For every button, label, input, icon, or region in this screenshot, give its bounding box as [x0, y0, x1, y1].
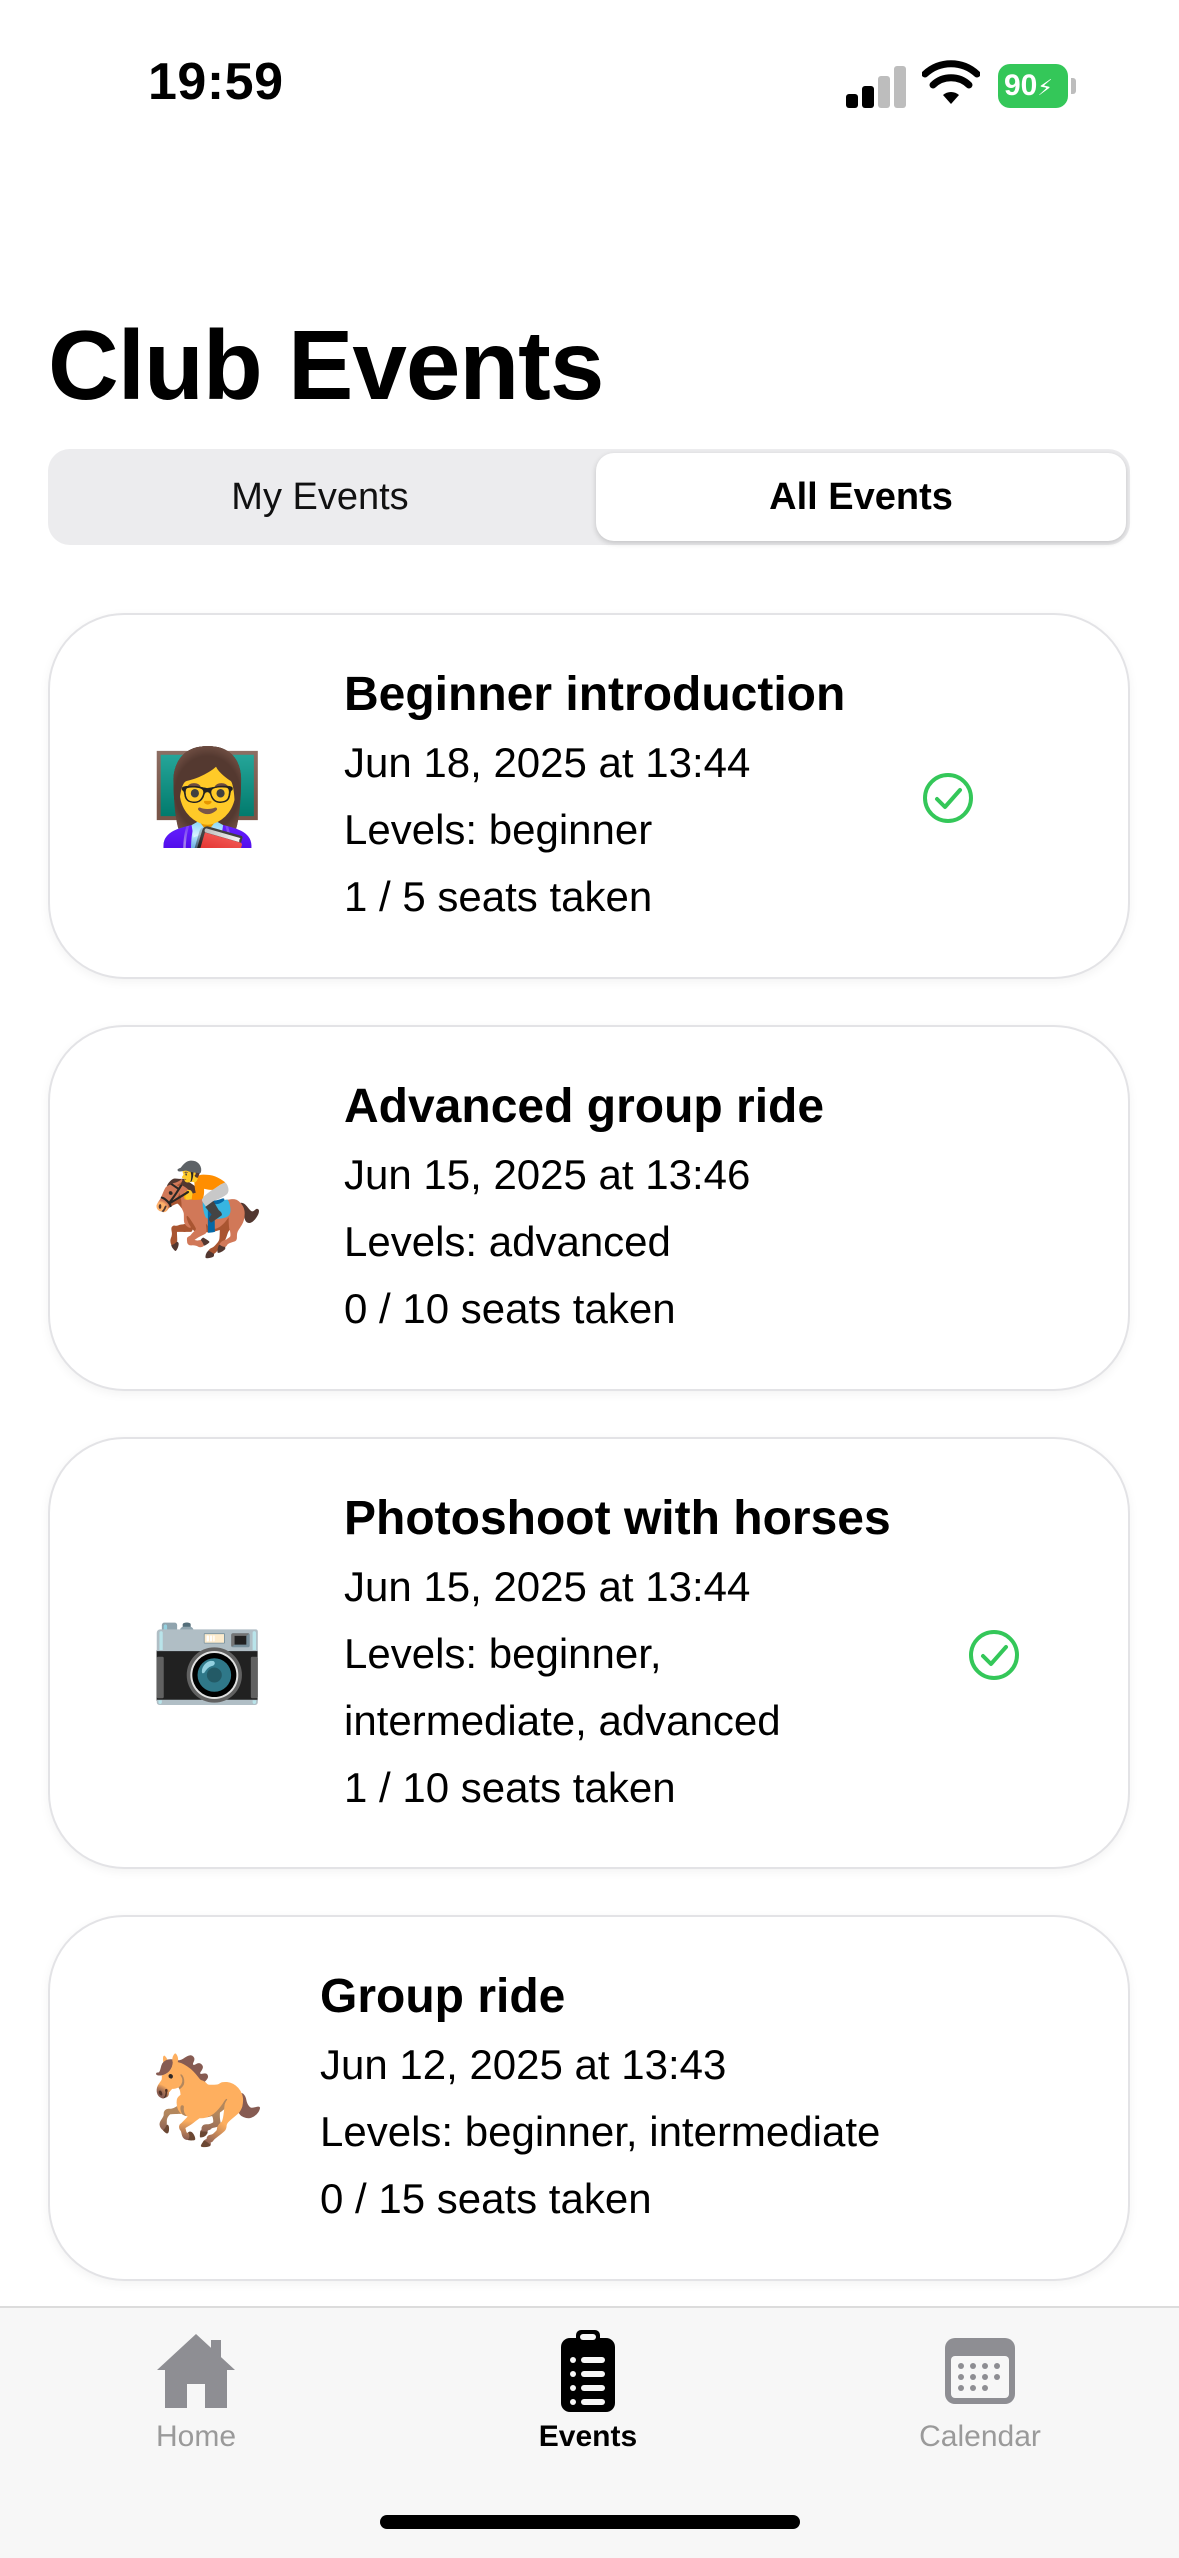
tab-label: Events: [538, 2420, 638, 2453]
tab-events[interactable]: Events: [488, 2328, 688, 2454]
event-title: Group ride: [320, 1970, 566, 2023]
event-card[interactable]: 🏇 Advanced group ride Jun 15, 2025 at 13…: [48, 1025, 1130, 1391]
event-levels: Levels: advanced: [344, 1218, 671, 1265]
home-indicator[interactable]: [380, 2515, 800, 2529]
tab-home[interactable]: Home: [96, 2328, 296, 2454]
segment-all-events[interactable]: All Events: [596, 453, 1126, 541]
tab-label: Home: [155, 2420, 237, 2453]
event-seats: 1 / 10 seats taken: [344, 1764, 676, 1811]
event-levels: Levels: beginner,: [344, 1630, 662, 1677]
event-card[interactable]: 👩‍🏫 Beginner introduction Jun 18, 2025 a…: [48, 613, 1130, 979]
cellular-signal-icon: [846, 66, 906, 108]
tab-calendar[interactable]: Calendar: [880, 2328, 1080, 2454]
segment-my-events[interactable]: My Events: [52, 453, 588, 541]
event-date: Jun 15, 2025 at 13:44: [344, 1563, 751, 1610]
registered-checkmark-icon: [923, 773, 973, 823]
event-levels-continued: intermediate, advanced: [344, 1697, 781, 1744]
page-title: Club Events: [48, 310, 604, 420]
teacher-emoji-icon: 👩‍🏫: [150, 747, 265, 849]
battery-level: 90: [1004, 69, 1038, 102]
events-filter-segmented-control: My Events All Events: [48, 449, 1130, 545]
status-bar: 19:59 90⚡: [0, 0, 1179, 170]
event-title: Photoshoot with horses: [344, 1492, 891, 1545]
event-levels: Levels: beginner, intermediate: [320, 2108, 881, 2155]
event-levels: Levels: beginner: [344, 806, 653, 853]
event-card[interactable]: 📷 Photoshoot with horses Jun 15, 2025 at…: [48, 1437, 1130, 1869]
house-icon: [157, 2334, 235, 2408]
clipboard-list-icon: [561, 2330, 615, 2412]
wifi-icon: [922, 60, 980, 104]
battery-icon: 90⚡: [998, 64, 1076, 108]
event-date: Jun 15, 2025 at 13:46: [344, 1151, 751, 1198]
event-date: Jun 12, 2025 at 13:43: [320, 2041, 727, 2088]
calendar-icon: [945, 2338, 1015, 2404]
tab-label: Calendar: [919, 2420, 1041, 2453]
event-date: Jun 18, 2025 at 13:44: [344, 739, 751, 786]
horse-racing-emoji-icon: 🏇: [150, 1159, 265, 1261]
event-card[interactable]: 🐎 Group ride Jun 12, 2025 at 13:43 Level…: [48, 1915, 1130, 2281]
event-title: Advanced group ride: [344, 1080, 825, 1133]
status-time: 19:59: [148, 53, 284, 111]
event-seats: 0 / 15 seats taken: [320, 2175, 652, 2222]
event-seats: 0 / 10 seats taken: [344, 1285, 676, 1332]
event-title: Beginner introduction: [344, 668, 846, 721]
camera-emoji-icon: 📷: [150, 1604, 265, 1706]
event-seats: 1 / 5 seats taken: [344, 873, 653, 920]
registered-checkmark-icon: [969, 1630, 1019, 1680]
horse-emoji-icon: 🐎: [150, 2049, 265, 2151]
